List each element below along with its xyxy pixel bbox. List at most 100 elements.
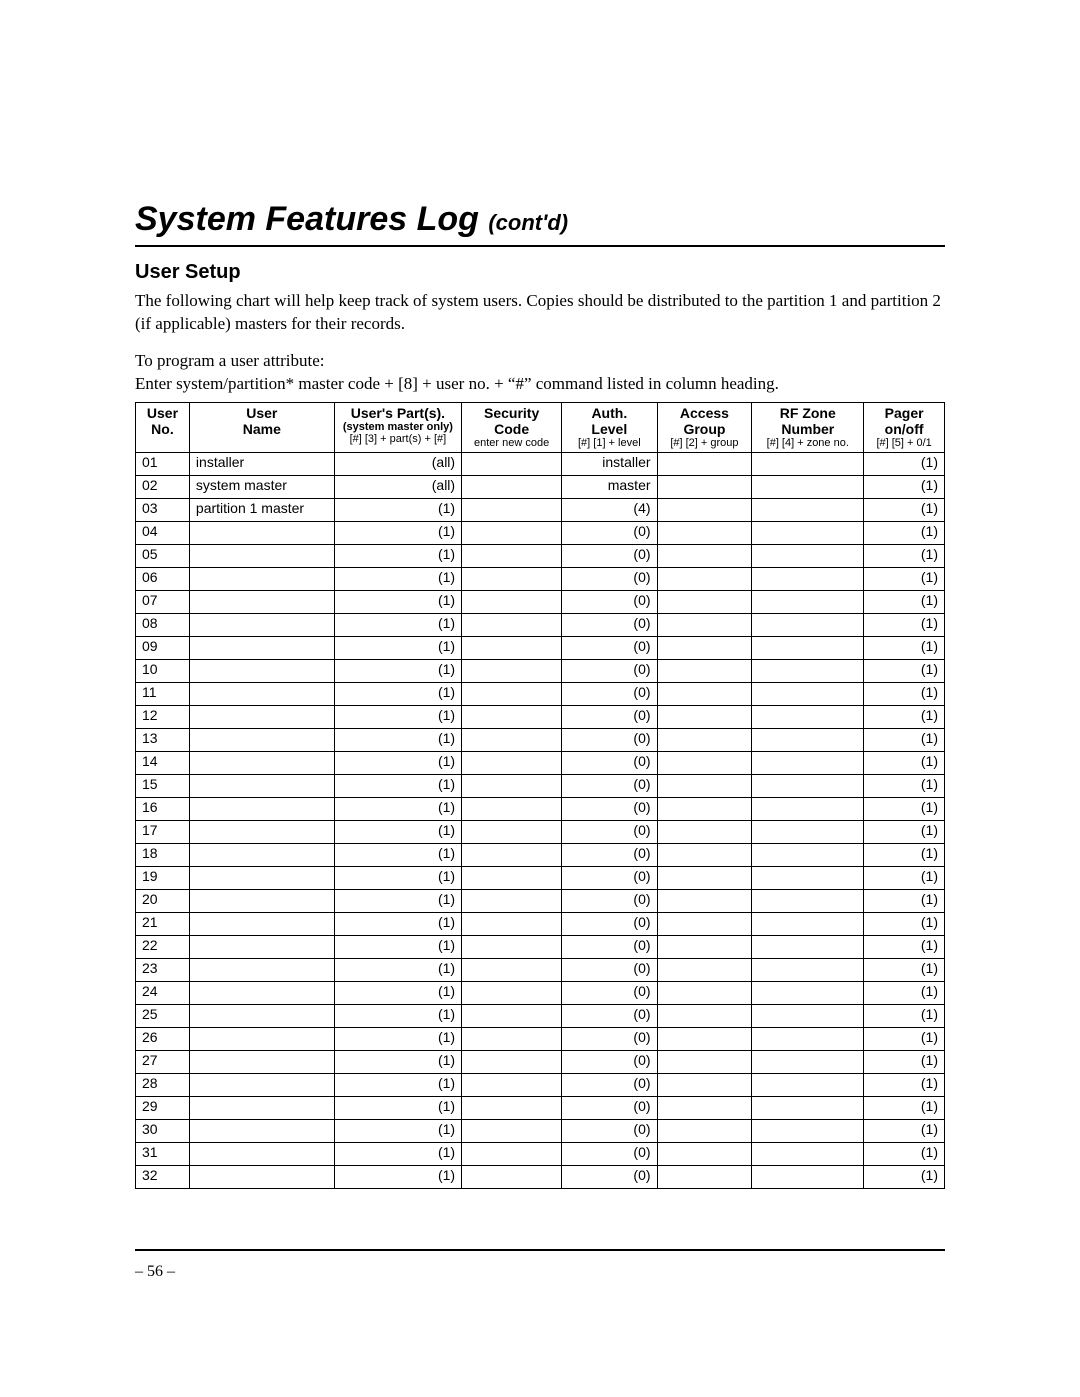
- cell-user-name: [189, 1073, 334, 1096]
- cell-user-no: 24: [136, 981, 190, 1004]
- cell-user-no: 10: [136, 659, 190, 682]
- cell-user-no: 03: [136, 498, 190, 521]
- user-setup-table: UserNo. UserName User's Part(s). (system…: [135, 402, 945, 1189]
- page-title: System Features Log (cont'd): [135, 200, 945, 247]
- cell-user-name: [189, 1165, 334, 1188]
- cell-user-name: [189, 1142, 334, 1165]
- cell-rf-zone: [752, 659, 864, 682]
- cell-rf-zone: [752, 797, 864, 820]
- cell-user-no: 13: [136, 728, 190, 751]
- cell-user-name: [189, 590, 334, 613]
- cell-pager: (1): [864, 728, 945, 751]
- cell-parts: (1): [334, 866, 461, 889]
- cell-parts: (1): [334, 613, 461, 636]
- cell-parts: (1): [334, 659, 461, 682]
- cell-user-no: 01: [136, 452, 190, 475]
- cell-access-group: [657, 1004, 752, 1027]
- cell-auth-level: (0): [562, 1004, 657, 1027]
- cell-access-group: [657, 659, 752, 682]
- col-header-parts: User's Part(s). (system master only) [#]…: [334, 402, 461, 452]
- cell-security-code: [462, 912, 562, 935]
- col-header-user-name: UserName: [189, 402, 334, 452]
- cell-access-group: [657, 521, 752, 544]
- cell-auth-level: (0): [562, 774, 657, 797]
- cell-rf-zone: [752, 1073, 864, 1096]
- cell-security-code: [462, 452, 562, 475]
- cell-user-no: 30: [136, 1119, 190, 1142]
- footer-rule: [135, 1249, 945, 1251]
- table-row: 13(1)(0)(1): [136, 728, 945, 751]
- cell-pager: (1): [864, 1119, 945, 1142]
- cell-security-code: [462, 636, 562, 659]
- cell-user-name: system master: [189, 475, 334, 498]
- cell-user-no: 31: [136, 1142, 190, 1165]
- cell-pager: (1): [864, 567, 945, 590]
- cell-auth-level: (0): [562, 1119, 657, 1142]
- cell-parts: (1): [334, 820, 461, 843]
- cell-pager: (1): [864, 682, 945, 705]
- cell-user-name: [189, 912, 334, 935]
- cell-user-no: 25: [136, 1004, 190, 1027]
- cell-parts: (1): [334, 889, 461, 912]
- table-row: 10(1)(0)(1): [136, 659, 945, 682]
- cell-user-name: [189, 843, 334, 866]
- cell-user-no: 22: [136, 935, 190, 958]
- cell-user-name: [189, 613, 334, 636]
- cell-user-no: 21: [136, 912, 190, 935]
- cell-auth-level: (0): [562, 521, 657, 544]
- cell-security-code: [462, 981, 562, 1004]
- cell-parts: (1): [334, 705, 461, 728]
- cell-security-code: [462, 889, 562, 912]
- cell-pager: (1): [864, 613, 945, 636]
- section-heading: User Setup: [135, 261, 945, 284]
- cell-auth-level: (0): [562, 958, 657, 981]
- table-row: 08(1)(0)(1): [136, 613, 945, 636]
- cell-access-group: [657, 935, 752, 958]
- cell-security-code: [462, 705, 562, 728]
- cell-rf-zone: [752, 981, 864, 1004]
- cell-security-code: [462, 958, 562, 981]
- cell-access-group: [657, 636, 752, 659]
- cell-pager: (1): [864, 498, 945, 521]
- cell-user-no: 12: [136, 705, 190, 728]
- cell-parts: (1): [334, 774, 461, 797]
- cell-user-no: 06: [136, 567, 190, 590]
- cell-rf-zone: [752, 705, 864, 728]
- cell-pager: (1): [864, 1096, 945, 1119]
- table-row: 03partition 1 master(1)(4)(1): [136, 498, 945, 521]
- cell-user-name: [189, 728, 334, 751]
- cell-parts: (all): [334, 452, 461, 475]
- cell-auth-level: (0): [562, 843, 657, 866]
- cell-user-name: [189, 774, 334, 797]
- cell-access-group: [657, 820, 752, 843]
- cell-user-name: [189, 567, 334, 590]
- cell-parts: (1): [334, 682, 461, 705]
- cell-auth-level: (4): [562, 498, 657, 521]
- cell-auth-level: (0): [562, 751, 657, 774]
- document-page: System Features Log (cont'd) User Setup …: [0, 0, 1080, 1397]
- cell-user-no: 29: [136, 1096, 190, 1119]
- cell-parts: (1): [334, 1027, 461, 1050]
- cell-user-name: installer: [189, 452, 334, 475]
- cell-access-group: [657, 728, 752, 751]
- cell-user-no: 23: [136, 958, 190, 981]
- cell-auth-level: (0): [562, 659, 657, 682]
- cell-user-no: 08: [136, 613, 190, 636]
- cell-security-code: [462, 1096, 562, 1119]
- table-row: 20(1)(0)(1): [136, 889, 945, 912]
- cell-user-no: 05: [136, 544, 190, 567]
- cell-rf-zone: [752, 1142, 864, 1165]
- cell-access-group: [657, 889, 752, 912]
- cell-user-name: [189, 935, 334, 958]
- cell-rf-zone: [752, 774, 864, 797]
- cell-auth-level: (0): [562, 1073, 657, 1096]
- table-row: 16(1)(0)(1): [136, 797, 945, 820]
- cell-pager: (1): [864, 889, 945, 912]
- col-header-rf-zone: RF ZoneNumber [#] [4] + zone no.: [752, 402, 864, 452]
- cell-user-no: 14: [136, 751, 190, 774]
- cell-pager: (1): [864, 1027, 945, 1050]
- cell-user-name: [189, 1050, 334, 1073]
- cell-user-name: [189, 751, 334, 774]
- cell-parts: (1): [334, 1096, 461, 1119]
- instruction-line2: Enter system/partition* master code + [8…: [135, 374, 779, 393]
